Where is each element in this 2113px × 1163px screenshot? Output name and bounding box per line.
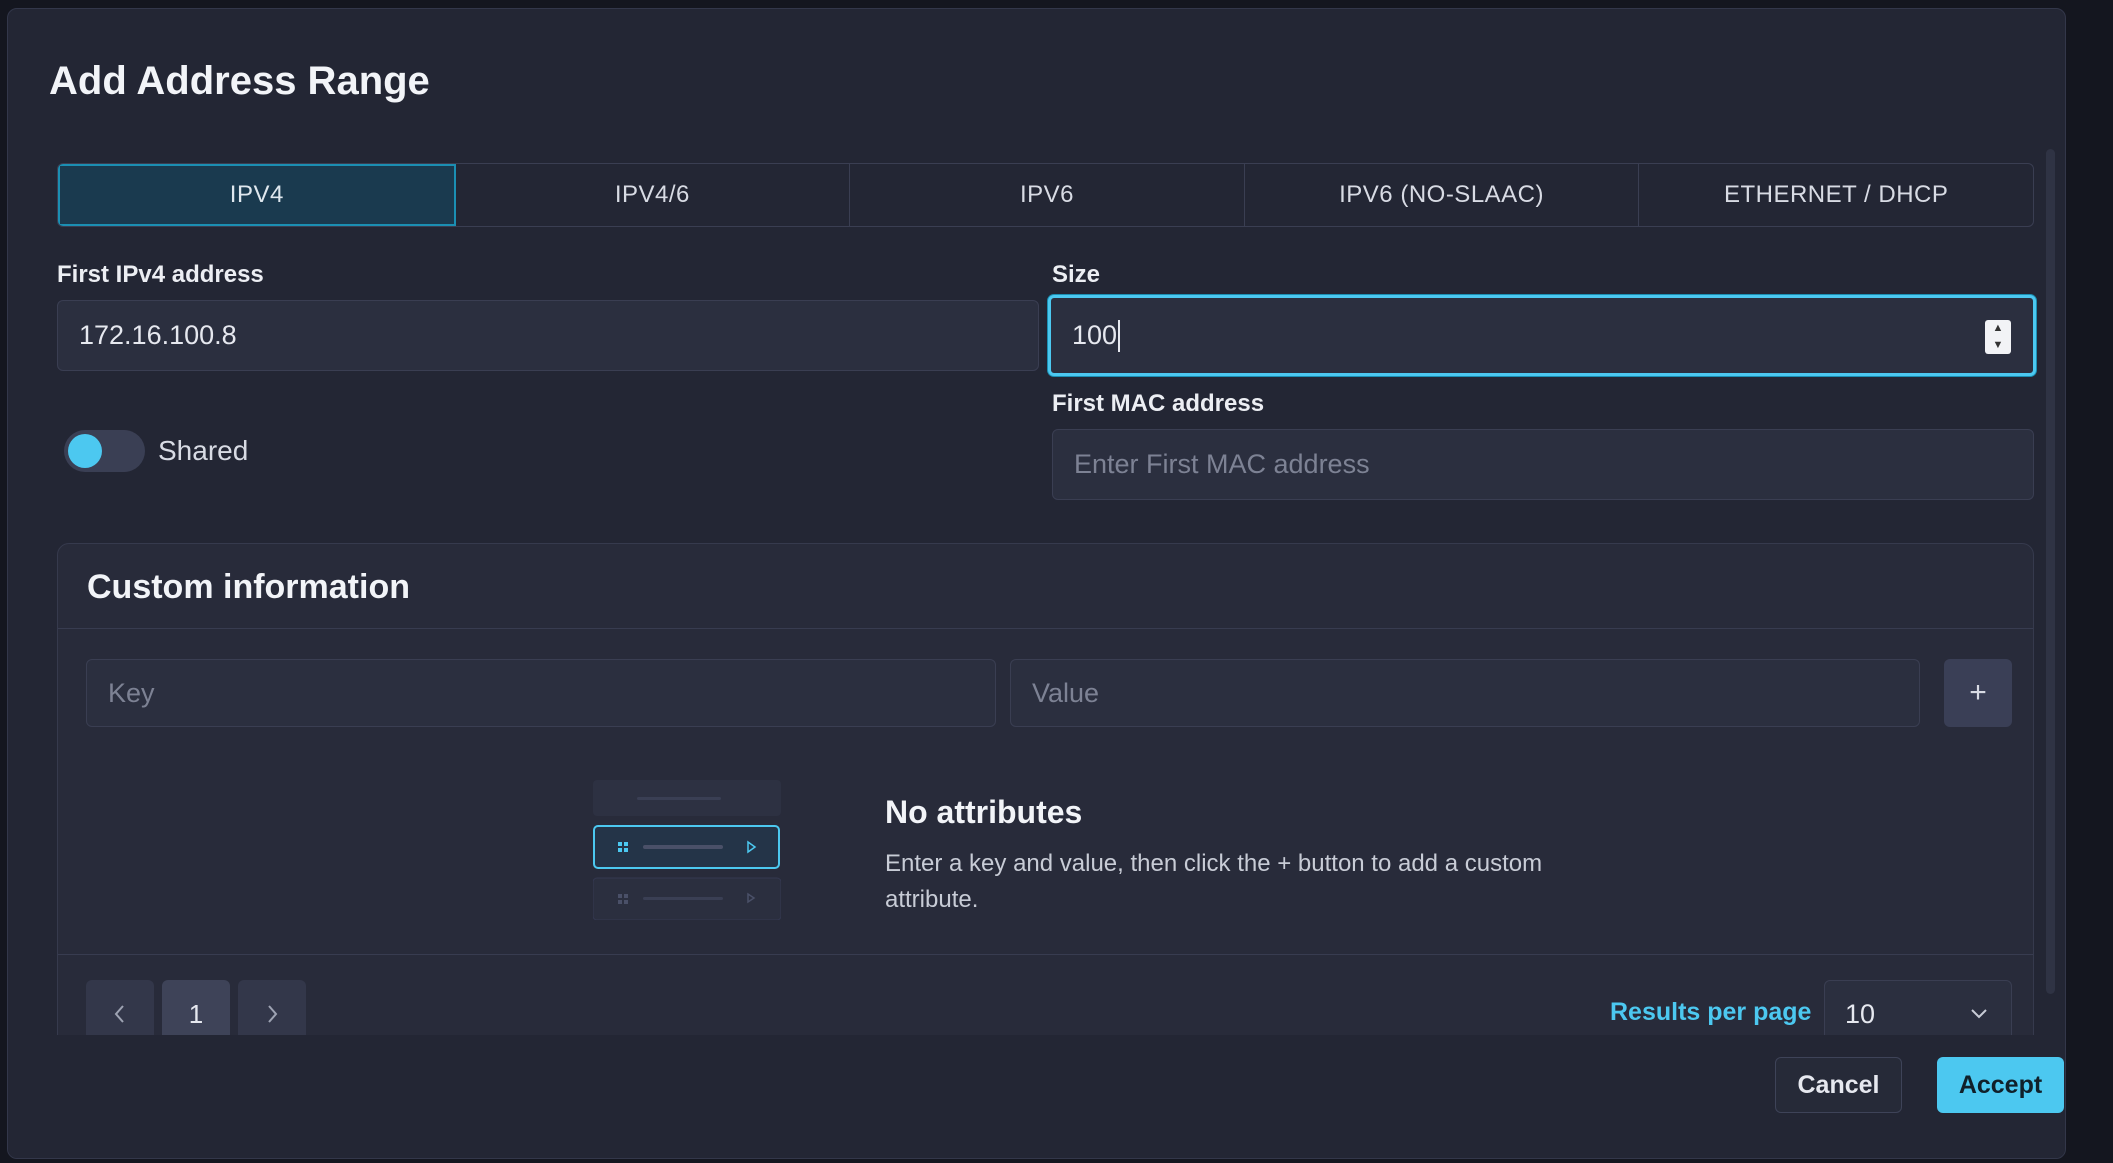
key-input[interactable]: Key <box>86 659 996 727</box>
chevron-left-icon <box>114 1005 124 1023</box>
toggle-knob <box>68 434 102 468</box>
empty-state-text: Enter a key and value, then click the + … <box>885 850 1543 913</box>
shared-toggle[interactable] <box>64 430 145 472</box>
accept-button[interactable]: Accept <box>1937 1057 2064 1113</box>
text-caret <box>1118 319 1121 352</box>
results-per-page-value: 10 <box>1845 998 1876 1029</box>
value-placeholder: Value <box>1032 677 1100 708</box>
tab-ipv4[interactable]: IPV4 <box>58 164 456 226</box>
shared-label: Shared <box>158 435 249 466</box>
size-value: 100 <box>1072 320 1118 350</box>
custom-information-card: Custom information Key Value + No attrib… <box>57 543 2034 1063</box>
chevron-right-icon <box>268 1005 278 1023</box>
results-per-page-label: Results per page <box>1610 998 1812 1026</box>
divider <box>58 954 2033 955</box>
key-placeholder: Key <box>108 677 155 708</box>
caret-down-icon[interactable]: ▼ <box>1993 340 2004 351</box>
add-attribute-button[interactable]: + <box>1944 659 2012 727</box>
size-stepper[interactable]: ▲ ▼ <box>1985 320 2011 354</box>
empty-state-title: No attributes <box>885 794 1083 830</box>
custom-information-title: Custom information <box>87 568 410 606</box>
size-input[interactable]: 100 ▲ ▼ <box>1048 295 2036 376</box>
first-mac-placeholder: Enter First MAC address <box>1074 449 1370 479</box>
empty-list-illustration <box>593 780 781 920</box>
first-mac-label: First MAC address <box>1052 390 1265 417</box>
first-ipv4-input[interactable]: 172.16.100.8 <box>57 300 1039 371</box>
caret-up-icon[interactable]: ▲ <box>1993 323 2004 334</box>
size-label: Size <box>1052 261 1101 288</box>
first-mac-input[interactable]: Enter First MAC address <box>1052 429 2034 500</box>
dialog-title: Add Address Range <box>49 59 430 103</box>
value-input[interactable]: Value <box>1010 659 1920 727</box>
address-type-tabs: IPV4 IPV4/6 IPV6 IPV6 (NO-SLAAC) ETHERNE… <box>57 163 2034 227</box>
tab-ipv4-6[interactable]: IPV4/6 <box>456 164 851 226</box>
cancel-button[interactable]: Cancel <box>1775 1057 1902 1113</box>
add-address-range-dialog: Add Address Range IPV4 IPV4/6 IPV6 IPV6 … <box>7 8 2066 1159</box>
first-ipv4-value: 172.16.100.8 <box>79 320 237 350</box>
tab-ipv6[interactable]: IPV6 <box>850 164 1245 226</box>
dialog-footer <box>8 1035 2065 1158</box>
scrollbar[interactable] <box>2046 149 2055 994</box>
divider <box>58 628 2033 629</box>
tab-ipv6-no-slaac[interactable]: IPV6 (NO-SLAAC) <box>1245 164 1640 226</box>
chevron-down-icon <box>1971 1009 1987 1019</box>
tab-ethernet-dhcp[interactable]: ETHERNET / DHCP <box>1639 164 2033 226</box>
first-ipv4-label: First IPv4 address <box>57 261 264 288</box>
